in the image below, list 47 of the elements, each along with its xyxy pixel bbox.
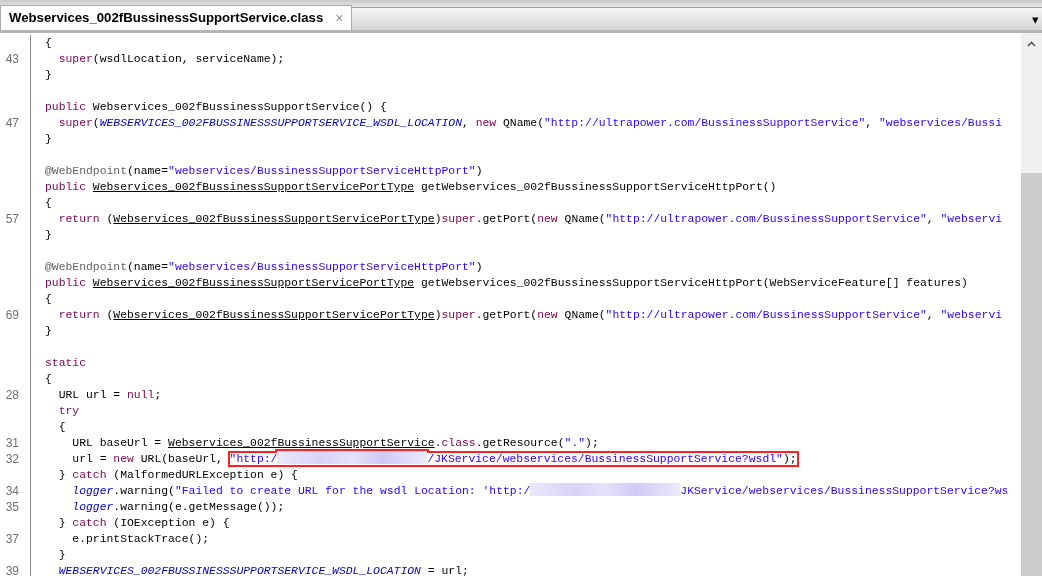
code-line: { (57, 420, 66, 435)
line-number: 32 (5, 452, 19, 466)
scrollbar-thumb[interactable] (1021, 173, 1042, 576)
line-number: 47 (5, 116, 19, 130)
line-number: 43 (5, 52, 19, 66)
code-line: URL url = null; (57, 388, 162, 403)
file-tab[interactable]: Webservices_002fBussinessSupportService.class × (0, 5, 353, 30)
code-line: WEBSERVICES_002FBUSSINESSSUPPORTSERVICE_WSDL_LOCATION = url; (57, 564, 469, 576)
line-number: 37 (5, 532, 19, 546)
code-line: public Webservices_002fBussinessSupportService() { (44, 100, 387, 115)
code-line: logger.warning(e.getMessage()); (71, 500, 285, 515)
tab-title: Webservices_002fBussinessSupportService.class (9, 9, 324, 28)
code-line: return (Webservices_002fBussinessSupportServicePortType)super.getPort(new QName("http://ultrapower.com/BussinessSupportService", "webservi (57, 212, 1003, 227)
tab-list-menu-button[interactable]: ▾ (1032, 12, 1042, 26)
code-line: } (57, 548, 66, 563)
code-line: super(WEBSERVICES_002FBUSSINESSSUPPORTSERVICE_WSDL_LOCATION, new QName("http://ultrapower.com/BussinessSupportService", "webservices/Bussi (57, 116, 1003, 131)
code-line: @WebEndpoint(name="webservices/BussinessSupportServiceHttpPort") (44, 164, 483, 179)
code-line: } (44, 324, 52, 339)
line-number: 28 (5, 388, 19, 402)
line-number: 69 (5, 308, 19, 322)
code-line: { (44, 292, 52, 307)
line-number: 39 (5, 564, 19, 576)
code-line: { (44, 372, 52, 387)
code-line: } catch (MalformedURLException e) { (57, 468, 298, 483)
code-line: { (44, 196, 52, 211)
code-line: } (44, 228, 52, 243)
code-line: logger.warning("Failed to create URL for the wsdl Location: 'http:/ JKService/webservices/BussinessSupportService?ws (71, 483, 1009, 499)
code-line: } (44, 68, 52, 83)
code-line: url = new URL(baseUrl, "http:/ /JKService/webservices/BussinessSupportService?wsdl"); (71, 451, 797, 467)
code-line: } (44, 132, 52, 147)
code-line: } catch (IOException e) { (57, 516, 230, 531)
scrollbar[interactable] (1021, 33, 1042, 576)
code-line: public Webservices_002fBussinessSupportServicePortType getWebservices_002fBussinessSupportServiceHttpPort(WebServiceFeature[] features) (44, 276, 968, 291)
code-line: try (57, 404, 80, 419)
highlight-box: "http:/ /JKService/webservices/BussinessSupportService?wsdl"); (229, 453, 797, 465)
code-line: URL baseUrl = Webservices_002fBussinessSupportService.class.getResource("."); (71, 436, 599, 451)
code-line: public Webservices_002fBussinessSupportServicePortType getWebservices_002fBussinessSupportServiceHttpPort() (44, 180, 777, 195)
line-number: 34 (5, 484, 19, 498)
code-line: static (44, 356, 86, 371)
code-line: super(wsdlLocation, serviceName); (57, 52, 285, 67)
code-line: @WebEndpoint(name="webservices/BussinessSupportServiceHttpPort") (44, 260, 483, 275)
code-line: { (44, 36, 52, 51)
code-line: e.printStackTrace(); (71, 532, 210, 547)
line-number: 35 (5, 500, 19, 514)
line-number: 57 (5, 212, 19, 226)
code-line: return (Webservices_002fBussinessSupportServicePortType)super.getPort(new QName("http://ultrapower.com/BussinessSupportService", "webservi (57, 308, 1003, 323)
line-number: 31 (5, 436, 19, 450)
